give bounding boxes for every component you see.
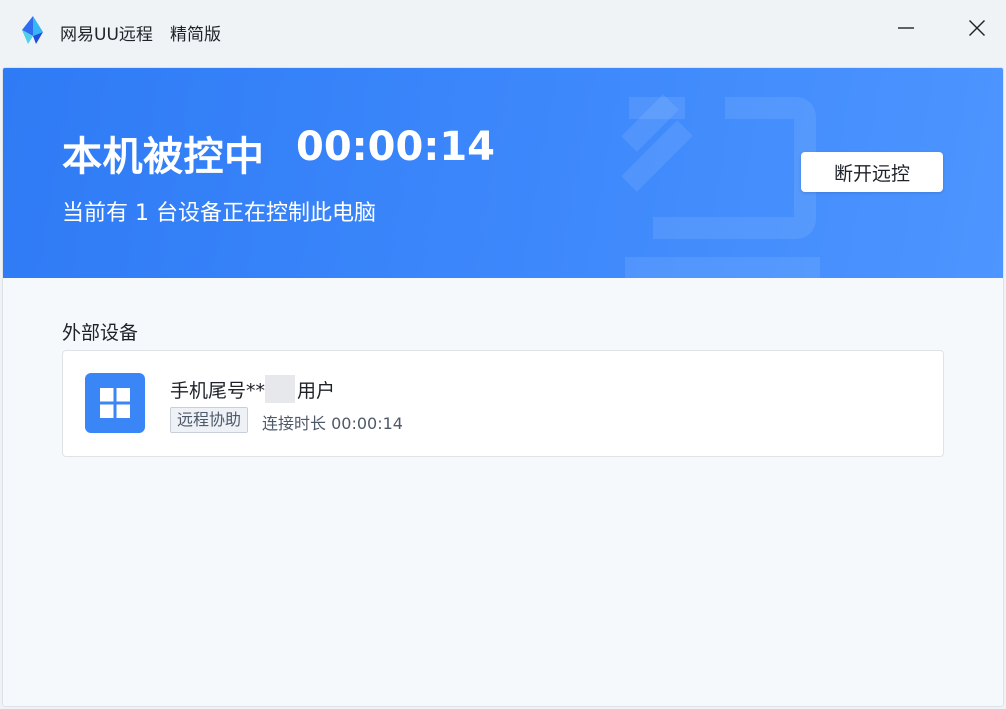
close-icon bbox=[968, 19, 986, 41]
minimize-icon bbox=[897, 19, 915, 41]
session-timer: 00:00:14 bbox=[296, 124, 495, 170]
app-title: 网易UU远程 bbox=[60, 25, 153, 45]
minimize-button[interactable] bbox=[888, 12, 924, 48]
remote-assist-tag: 远程协助 bbox=[170, 407, 249, 433]
status-title: 本机被控中 bbox=[62, 134, 265, 180]
section-title-external-devices: 外部设备 bbox=[62, 322, 139, 344]
monitor-watermark-icon bbox=[615, 88, 825, 278]
app-window: 网易UU远程 精简版 本机被控中 00:00:14 当前有 1 台设备正在控制此… bbox=[0, 0, 1006, 709]
status-subtitle: 当前有 1 台设备正在控制此电脑 bbox=[62, 201, 376, 226]
status-banner: 本机被控中 00:00:14 当前有 1 台设备正在控制此电脑 断开远控 bbox=[3, 68, 1003, 278]
app-edition-label: 精简版 bbox=[170, 25, 221, 45]
disconnect-button[interactable]: 断开远控 bbox=[801, 152, 943, 192]
main-content: 本机被控中 00:00:14 当前有 1 台设备正在控制此电脑 断开远控 外部设… bbox=[3, 68, 1003, 706]
windows-icon bbox=[85, 373, 145, 433]
uu-remote-logo-icon bbox=[16, 14, 48, 46]
masked-digits bbox=[265, 375, 296, 403]
close-button[interactable] bbox=[959, 12, 995, 48]
device-name: 手机尾号** 用户 bbox=[170, 375, 335, 403]
device-name-prefix: 手机尾号** bbox=[170, 380, 266, 402]
title-bar: 网易UU远程 精简版 bbox=[0, 0, 1006, 66]
device-name-suffix: 用户 bbox=[297, 380, 336, 402]
device-card: 手机尾号** 用户 远程协助 连接时长 00:00:14 bbox=[62, 350, 944, 457]
connection-duration: 连接时长 00:00:14 bbox=[262, 414, 403, 433]
